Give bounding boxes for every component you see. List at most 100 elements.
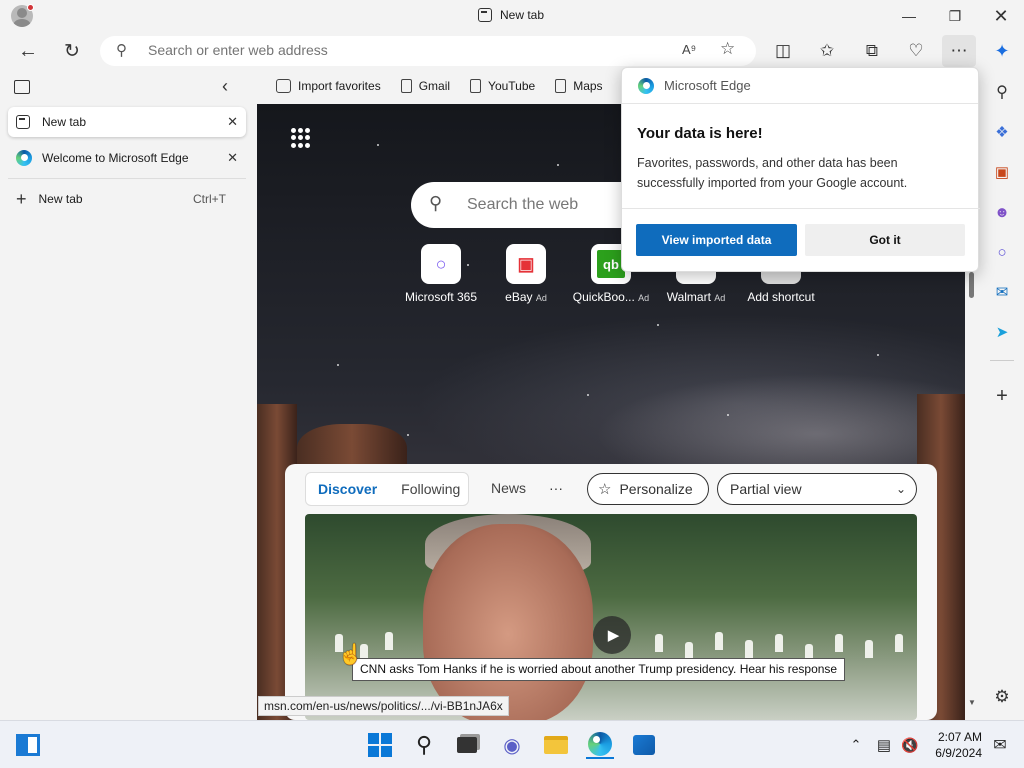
split-screen-button[interactable]: ◫ — [767, 36, 799, 66]
web-search-box[interactable]: ⚲ Search the web — [411, 182, 651, 228]
notification-bell-icon[interactable]: ✉ — [986, 731, 1014, 759]
system-clock[interactable]: 2:07 AM 6/9/2024 — [928, 729, 982, 761]
volume-icon[interactable]: 🔇 — [896, 731, 924, 759]
chevron-up-icon[interactable]: ⌃ — [842, 731, 870, 759]
store-icon[interactable] — [630, 731, 658, 759]
divider — [622, 208, 980, 209]
divider — [990, 360, 1014, 361]
new-tab-shortcut: Ctrl+T — [193, 192, 226, 206]
settings-more-button[interactable]: ⋯ — [942, 35, 976, 67]
tab-actions-icon[interactable] — [14, 80, 30, 94]
vertical-tabs-pane: ‹ New tab ✕ Welcome to Microsoft Edge ✕ … — [0, 70, 256, 720]
outlook-icon[interactable]: ✉ — [990, 280, 1014, 304]
address-input[interactable] — [148, 42, 668, 58]
got-it-button[interactable]: Got it — [805, 224, 965, 256]
popup-brand: Microsoft Edge — [664, 78, 751, 93]
view-select[interactable]: Partial view ⌄ — [717, 473, 917, 505]
bookmark-label: Maps — [573, 79, 603, 93]
edge-icon — [638, 77, 654, 94]
favorites-bar: Import favorites Gmail YouTube Maps — [256, 70, 626, 102]
tab-welcome-edge[interactable]: Welcome to Microsoft Edge ✕ — [8, 143, 246, 173]
read-aloud-icon[interactable]: A⁹ — [682, 42, 696, 57]
microsoft-365-icon[interactable]: ○ — [990, 240, 1014, 264]
popup-body: Favorites, passwords, and other data has… — [637, 156, 908, 190]
microsoft-365-icon: ○ — [421, 244, 461, 284]
task-view-icon[interactable] — [453, 731, 481, 759]
ebay-bag-icon: ▣ — [506, 244, 546, 284]
close-tab-icon[interactable]: ✕ — [227, 114, 238, 130]
bookmark-youtube[interactable]: YouTube — [462, 73, 543, 99]
search-placeholder: Search the web — [467, 196, 579, 213]
navigation-toolbar: ← ↻ ⚲ A⁹ ☆ ◫ ✩ ⧉ ♡ ⋯ ✦ — [0, 32, 1024, 70]
tab-discover[interactable]: Discover — [306, 481, 389, 497]
shortcut-ebay[interactable]: ▣ eBay Ad — [478, 244, 574, 304]
widgets-icon[interactable] — [14, 731, 42, 759]
person-face — [423, 524, 593, 720]
status-url: msn.com/en-us/news/politics/.../vi-BB1nJ… — [258, 696, 509, 716]
view-select-value: Partial view — [730, 481, 802, 497]
tab-icon — [16, 115, 30, 129]
edge-taskbar-icon[interactable] — [586, 731, 614, 759]
favorites-button[interactable]: ✩ — [811, 36, 843, 66]
collapse-pane-icon[interactable]: ‹ — [222, 76, 228, 97]
tab-label: New tab — [42, 115, 87, 129]
new-tab-label: New tab — [38, 192, 83, 206]
search-icon[interactable]: ⚲ — [990, 80, 1014, 104]
new-tab-button[interactable]: + New tab Ctrl+T — [8, 184, 246, 214]
network-icon[interactable]: ▤ — [870, 731, 898, 759]
title-bar: New tab — ❐ ✕ — [0, 0, 1024, 32]
chevron-down-icon: ⌄ — [895, 482, 906, 496]
app-launcher-icon[interactable] — [291, 128, 311, 148]
page-icon — [400, 79, 412, 93]
sparkle-star-icon: ☆ — [598, 481, 612, 498]
edge-sidebar: ⚲ ❖ ▣ ☻ ○ ✉ ➤ + ⚙ — [980, 70, 1024, 720]
restore-button[interactable]: ❐ — [932, 4, 978, 28]
close-tab-icon[interactable]: ✕ — [227, 150, 238, 166]
shortcut-label: QuickBoo... — [572, 290, 635, 304]
import-favorites-link[interactable]: Import favorites — [268, 73, 389, 99]
bookmark-maps[interactable]: Maps — [547, 73, 610, 99]
notification-dot — [27, 4, 34, 11]
close-window-button[interactable]: ✕ — [978, 4, 1024, 28]
chat-icon[interactable]: ◉ — [498, 731, 526, 759]
tools-icon[interactable]: ▣ — [990, 160, 1014, 184]
browser-essentials-button[interactable]: ♡ — [900, 36, 932, 66]
personalize-label: Personalize — [619, 481, 693, 497]
popup-header: Microsoft Edge — [622, 68, 978, 104]
personalize-button[interactable]: ☆ Personalize — [587, 473, 709, 505]
plus-icon: + — [16, 188, 27, 209]
bookmark-label: Gmail — [418, 79, 451, 93]
address-bar[interactable]: ⚲ A⁹ ☆ — [100, 36, 756, 66]
file-explorer-icon[interactable] — [542, 731, 570, 759]
collections-button[interactable]: ⧉ — [856, 36, 888, 66]
send-icon[interactable]: ➤ — [990, 320, 1014, 344]
clock-date: 6/9/2024 — [935, 746, 982, 760]
sidebar-settings-icon[interactable]: ⚙ — [990, 685, 1014, 709]
bookmark-gmail[interactable]: Gmail — [393, 73, 458, 99]
link-tooltip: CNN asks Tom Hanks if he is worried abou… — [352, 658, 846, 681]
scroll-down-icon[interactable]: ▼ — [968, 698, 976, 707]
view-imported-data-button[interactable]: View imported data — [636, 224, 797, 256]
people-icon[interactable]: ☻ — [990, 200, 1014, 224]
copilot-icon[interactable]: ✦ — [986, 36, 1018, 66]
scroll-thumb[interactable] — [969, 272, 974, 298]
tab-following[interactable]: Following — [389, 481, 472, 497]
add-sidebar-app-icon[interactable]: + — [990, 384, 1014, 408]
minimize-button[interactable]: — — [886, 4, 932, 28]
refresh-button[interactable]: ↻ — [56, 36, 88, 66]
back-button[interactable]: ← — [12, 36, 44, 66]
more-feeds-button[interactable]: ··· — [549, 480, 563, 496]
play-icon[interactable]: ▶ — [593, 616, 631, 654]
edge-icon — [16, 150, 32, 166]
start-windows-icon[interactable] — [366, 731, 394, 759]
search-icon[interactable]: ⚲ — [410, 731, 438, 759]
window-title: New tab — [478, 8, 544, 22]
shortcut-microsoft-365[interactable]: ○ Microsoft 365 — [393, 244, 489, 304]
shopping-tag-icon[interactable]: ❖ — [990, 120, 1014, 144]
video-card[interactable]: ▶ — [305, 514, 917, 720]
tab-new-tab[interactable]: New tab ✕ — [8, 107, 246, 137]
tab-news[interactable]: News — [479, 480, 538, 496]
bookmark-label: Import favorites — [298, 79, 381, 93]
import-data-popup: Microsoft Edge Your data is here! Favori… — [621, 67, 980, 272]
favorite-star-icon[interactable]: ☆ — [720, 39, 735, 59]
